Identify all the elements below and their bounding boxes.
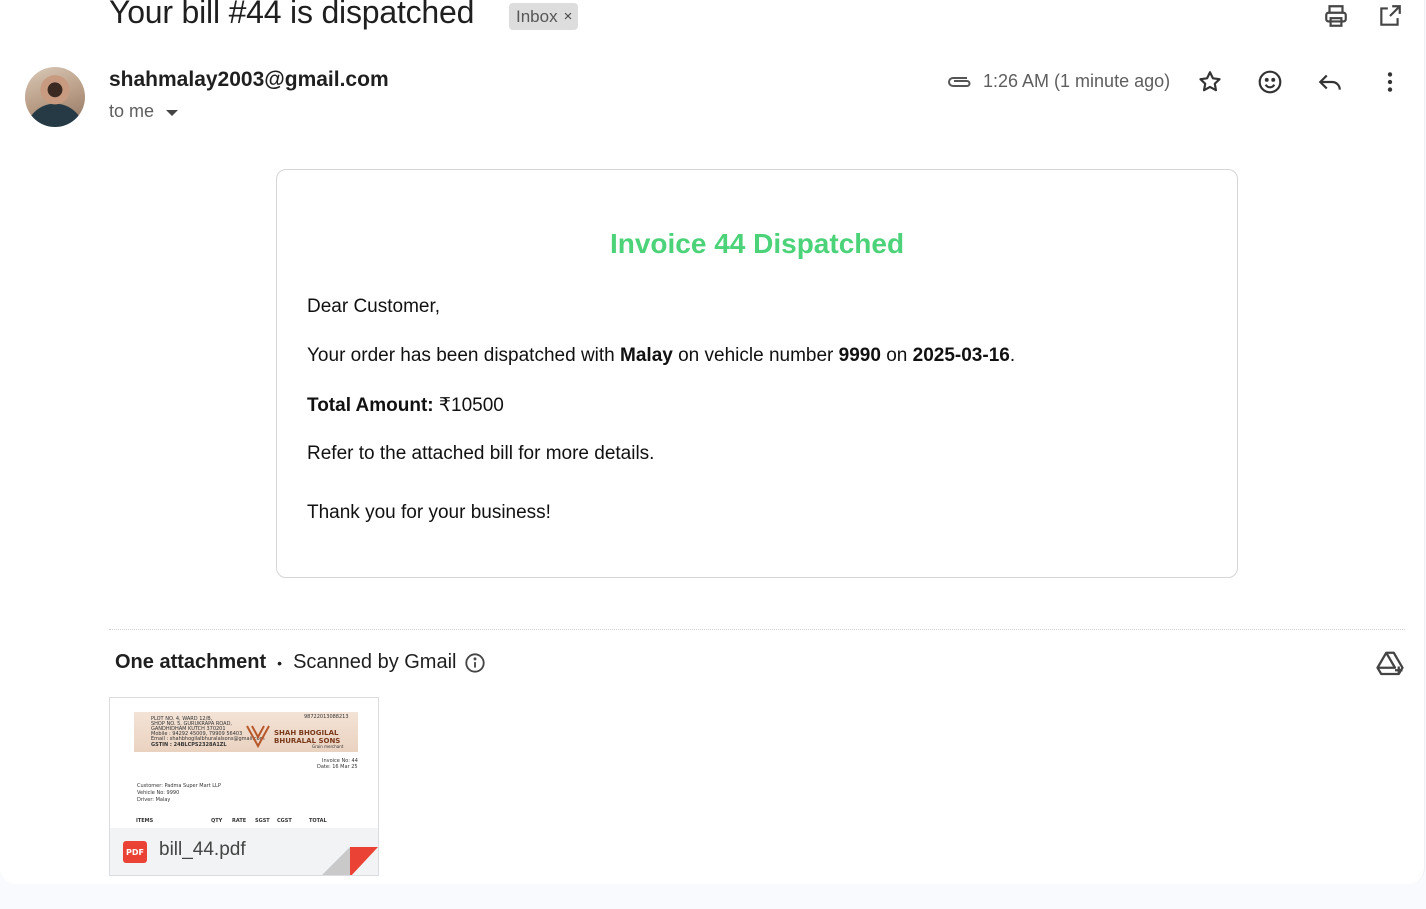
inbox-label-chip[interactable]: Inbox × xyxy=(509,3,579,30)
email-body-card: Invoice 44 Dispatched Dear Customer, You… xyxy=(276,169,1238,578)
open-in-new-window-icon[interactable] xyxy=(1376,2,1404,30)
printer-icon[interactable] xyxy=(1322,2,1350,30)
refer-line: Refer to the attached bill for more deta… xyxy=(307,443,655,464)
page-fold-icon xyxy=(320,847,378,875)
attachment-icon xyxy=(943,66,975,98)
label-name: Inbox xyxy=(516,6,558,26)
email-view: Your bill #44 is dispatched Inbox × shah… xyxy=(0,0,1425,884)
attachment-card[interactable]: PLOT NO. 4, WARD 12/B, SHOP NO. 5, GURUK… xyxy=(109,697,379,876)
pdf-file-icon: PDF xyxy=(123,841,147,863)
scanned-by-gmail: Scanned by Gmail xyxy=(293,651,457,673)
info-icon[interactable] xyxy=(464,652,486,674)
attachments-divider xyxy=(109,629,1405,630)
chevron-down-icon xyxy=(166,109,179,116)
sender-email[interactable]: shahmalay2003@gmail.com xyxy=(109,68,389,92)
attachment-preview[interactable]: PLOT NO. 4, WARD 12/B, SHOP NO. 5, GURUK… xyxy=(110,698,378,828)
invoice-header-band: PLOT NO. 4, WARD 12/B, SHOP NO. 5, GURUK… xyxy=(134,712,358,752)
add-to-drive-icon[interactable] xyxy=(1375,649,1405,679)
thanks-line: Thank you for your business! xyxy=(307,502,551,523)
sender-avatar[interactable] xyxy=(25,67,85,127)
reply-icon[interactable] xyxy=(1314,66,1346,98)
dispatch-date: 2025-03-16 xyxy=(912,345,1010,366)
email-subject: Your bill #44 is dispatched xyxy=(109,0,475,30)
recipient-label: to me xyxy=(109,101,155,121)
email-timestamp: 1:26 AM (1 minute ago) xyxy=(983,71,1171,91)
attachment-filename[interactable]: bill_44.pdf xyxy=(159,839,246,861)
invoice-title: Invoice 44 Dispatched xyxy=(609,228,905,259)
dispatch-line: Your order has been dispatched with Mala… xyxy=(307,345,1016,366)
emoji-reaction-icon[interactable] xyxy=(1254,66,1286,98)
attachment-footer[interactable]: PDF bill_44.pdf xyxy=(110,828,378,875)
recipient-details-toggle[interactable]: to me xyxy=(109,101,179,122)
star-icon[interactable] xyxy=(1194,66,1226,98)
total-amount: Total Amount: ₹10500 xyxy=(307,395,504,416)
company-logo xyxy=(244,723,272,753)
greeting: Dear Customer, xyxy=(307,296,441,317)
remove-label-icon[interactable]: × xyxy=(564,8,573,25)
driver-name: Malay xyxy=(620,345,673,366)
more-vert-icon[interactable] xyxy=(1374,66,1406,98)
attachments-heading: One attachment • Scanned by Gmail xyxy=(115,651,486,674)
vehicle-number: 9990 xyxy=(838,345,881,366)
